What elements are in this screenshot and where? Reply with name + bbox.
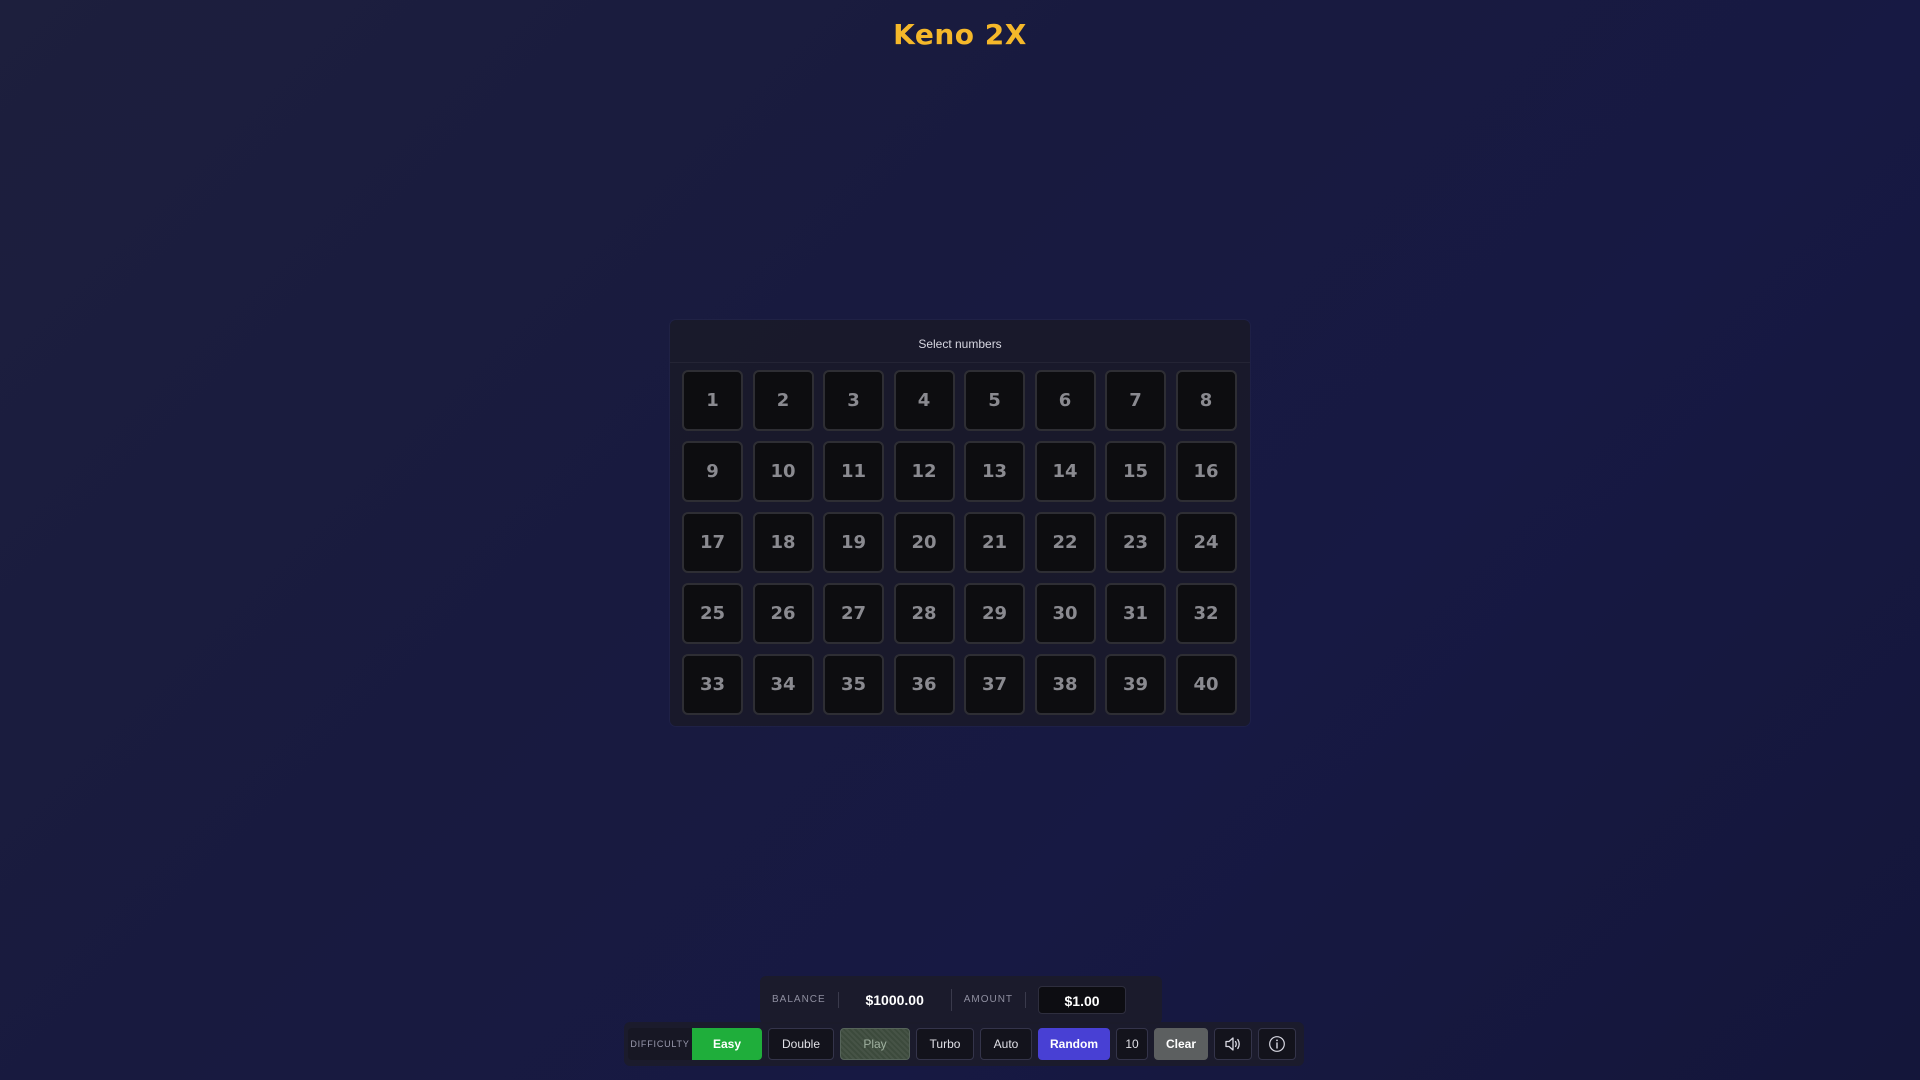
info-icon [1269,1036,1285,1052]
number-cell-19[interactable]: 19 [823,512,884,573]
difficulty-label: DIFFICULTY [628,1028,692,1060]
number-cell-24[interactable]: 24 [1175,512,1237,573]
number-cell-40[interactable]: 40 [1175,654,1237,715]
number-cell-20[interactable]: 20 [893,512,955,573]
number-cell-28[interactable]: 28 [893,583,955,644]
board-header: Select numbers [670,320,1250,363]
number-cell-11[interactable]: 11 [823,441,884,502]
random-button[interactable]: Random [1038,1028,1110,1060]
number-cell-25[interactable]: 25 [682,583,743,644]
number-cell-35[interactable]: 35 [823,654,884,715]
amount-input[interactable]: $1.00 [1038,986,1127,1014]
number-cell-4[interactable]: 4 [893,370,955,431]
number-cell-22[interactable]: 22 [1034,512,1096,573]
number-cell-30[interactable]: 30 [1034,583,1096,644]
balance-label: BALANCE [760,992,839,1008]
number-cell-39[interactable]: 39 [1105,654,1166,715]
sound-button[interactable] [1214,1028,1252,1060]
control-bar: DIFFICULTY Easy Double Play Turbo Auto R… [624,1022,1304,1066]
number-cell-12[interactable]: 12 [893,441,955,502]
game-title: Keno 2X [893,18,1027,51]
number-cell-9[interactable]: 9 [682,441,743,502]
number-cell-8[interactable]: 8 [1175,370,1237,431]
number-grid: 1 2 3 4 5 6 7 8 9 10 11 12 13 14 15 16 17 18 19 20 21 22 23 24 2… [682,370,1237,715]
number-cell-21[interactable]: 21 [964,512,1025,573]
wallet-bar: BALANCE $1000.00 AMOUNT $1.00 [760,976,1162,1024]
number-cell-26[interactable]: 26 [752,583,814,644]
number-cell-15[interactable]: 15 [1105,441,1166,502]
number-cell-10[interactable]: 10 [752,441,814,502]
balance-value: $1000.00 [839,989,952,1011]
number-cell-29[interactable]: 29 [964,583,1025,644]
number-cell-17[interactable]: 17 [682,512,743,573]
number-cell-23[interactable]: 23 [1105,512,1166,573]
info-button[interactable] [1258,1028,1296,1060]
number-cell-34[interactable]: 34 [752,654,814,715]
number-cell-36[interactable]: 36 [893,654,955,715]
auto-button[interactable]: Auto [980,1028,1032,1060]
number-cell-27[interactable]: 27 [823,583,884,644]
number-board: Select numbers 1 2 3 4 5 6 7 8 9 10 11 12 13 14 15 16 17… [670,320,1250,726]
number-cell-2[interactable]: 2 [752,370,814,431]
number-cell-6[interactable]: 6 [1034,370,1096,431]
number-cell-13[interactable]: 13 [964,441,1025,502]
number-cell-16[interactable]: 16 [1175,441,1237,502]
difficulty-button[interactable]: Easy [692,1028,762,1060]
number-cell-1[interactable]: 1 [682,370,743,431]
number-cell-18[interactable]: 18 [752,512,814,573]
clear-button[interactable]: Clear [1154,1028,1208,1060]
number-cell-14[interactable]: 14 [1034,441,1096,502]
number-cell-37[interactable]: 37 [964,654,1025,715]
number-cell-7[interactable]: 7 [1105,370,1166,431]
number-cell-33[interactable]: 33 [682,654,743,715]
random-count-field[interactable]: 10 [1116,1028,1148,1060]
turbo-button[interactable]: Turbo [916,1028,974,1060]
number-cell-5[interactable]: 5 [964,370,1025,431]
double-button[interactable]: Double [768,1028,834,1060]
amount-label: AMOUNT [952,992,1027,1008]
number-cell-32[interactable]: 32 [1175,583,1237,644]
speaker-icon [1225,1037,1240,1051]
play-button[interactable]: Play [840,1028,910,1060]
number-cell-31[interactable]: 31 [1105,583,1166,644]
number-cell-38[interactable]: 38 [1034,654,1096,715]
number-cell-3[interactable]: 3 [823,370,884,431]
